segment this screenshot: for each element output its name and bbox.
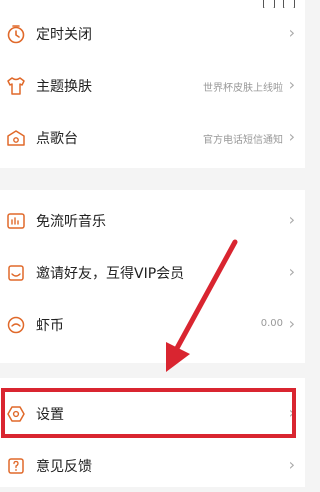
annotation-arrow <box>166 239 238 372</box>
